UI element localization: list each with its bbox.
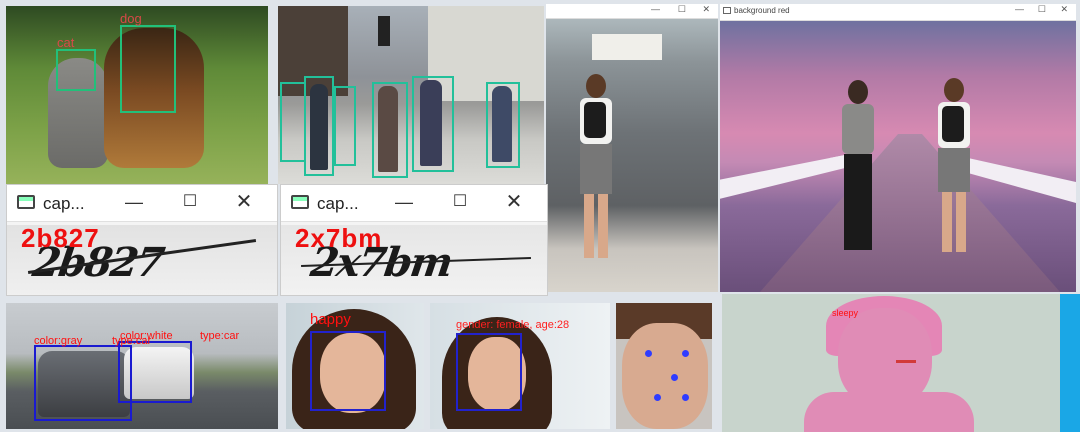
cat-label: cat	[57, 35, 75, 50]
close-button[interactable]: ✕	[1060, 4, 1068, 15]
person-right	[932, 78, 976, 254]
gender-age-label: gender: female, age:28	[456, 319, 570, 331]
drowsiness-detection-image: sleepy	[722, 294, 1060, 432]
drowsiness-label: sleepy	[832, 308, 859, 318]
person-left	[838, 80, 878, 256]
pedestrian	[310, 84, 328, 170]
close-button[interactable]: ✕	[499, 191, 529, 213]
pier-deck	[760, 134, 1060, 292]
bench	[592, 34, 662, 60]
pedestrian	[492, 86, 512, 162]
close-button[interactable]: ✕	[229, 191, 259, 213]
pier-railing-left	[720, 154, 850, 199]
minimize-button[interactable]: —	[119, 191, 149, 213]
pet-detection-image: cat dog	[6, 6, 268, 184]
minimize-button[interactable]: —	[389, 191, 419, 213]
captcha-image: 2x7bm 2x7bm	[281, 223, 547, 295]
captcha-prediction: 2b827	[21, 223, 100, 253]
walking-woman-window: — ☐ ✕	[546, 4, 718, 292]
face-bounding-box	[456, 333, 522, 411]
pedestrian	[378, 86, 398, 172]
white-car-color-label: color:white	[120, 330, 173, 342]
window-title: cap...	[317, 194, 359, 213]
captcha-image: 2b827 2b827	[7, 223, 277, 295]
white-car-bounding-box	[118, 341, 192, 403]
background-red-window: background red — ☐ ✕	[720, 4, 1076, 292]
dog-bounding-box	[120, 25, 176, 113]
dog-label: dog	[120, 11, 142, 26]
landmark-right-eye	[682, 350, 689, 357]
woman-figure	[574, 74, 618, 264]
minimize-button[interactable]: —	[651, 4, 660, 14]
captcha-prediction: 2x7bm	[295, 223, 383, 253]
app-icon	[723, 7, 731, 14]
landmark-nose	[671, 374, 678, 381]
drowsy-indicator	[896, 360, 916, 363]
car-detection-image: color:gray type:car color:white type:car	[6, 303, 278, 429]
window-title: cap...	[43, 194, 85, 213]
person-box	[280, 82, 306, 162]
face-bounding-box	[310, 331, 386, 411]
facial-landmarks-image	[616, 303, 712, 429]
walk-window-title-bar: — ☐ ✕	[546, 4, 718, 19]
person-box	[334, 86, 356, 166]
captcha-window-title-bar: cap... — ☐ ✕	[281, 185, 547, 222]
landmark-mouth-left	[654, 394, 661, 401]
maximize-button[interactable]: ☐	[175, 191, 205, 213]
maximize-button[interactable]: ☐	[678, 4, 686, 15]
landmark-left-eye	[645, 350, 652, 357]
background-window-title-bar: background red — ☐ ✕	[720, 4, 1076, 21]
traffic-light	[378, 16, 390, 46]
emotion-detection-image: happy	[286, 303, 424, 429]
face	[622, 323, 708, 429]
gray-car-color-label: color:gray	[34, 335, 83, 347]
maximize-button[interactable]: ☐	[1038, 4, 1046, 15]
pedestrian-detection-image	[278, 6, 544, 184]
captcha-window-1: cap... — ☐ ✕ 2b827 2b827	[6, 184, 278, 296]
pedestrian	[420, 80, 442, 166]
captcha-window-title-bar: cap... — ☐ ✕	[7, 185, 277, 222]
app-icon	[17, 195, 35, 209]
close-button[interactable]: ✕	[702, 4, 710, 15]
minimize-button[interactable]: —	[1015, 4, 1024, 14]
window-title: background red	[734, 6, 790, 15]
taskbar-edge[interactable]	[1060, 294, 1080, 432]
captcha-window-2: cap... — ☐ ✕ 2x7bm 2x7bm	[280, 184, 548, 296]
app-icon	[291, 195, 309, 209]
maximize-button[interactable]: ☐	[445, 191, 475, 213]
shoulders	[804, 392, 974, 432]
white-car-type-label: type:car	[200, 330, 240, 342]
emotion-label: happy	[310, 311, 351, 328]
landmark-mouth-right	[682, 394, 689, 401]
age-gender-detection-image: gender: female, age:28	[430, 303, 610, 429]
cat-bounding-box	[56, 49, 96, 91]
